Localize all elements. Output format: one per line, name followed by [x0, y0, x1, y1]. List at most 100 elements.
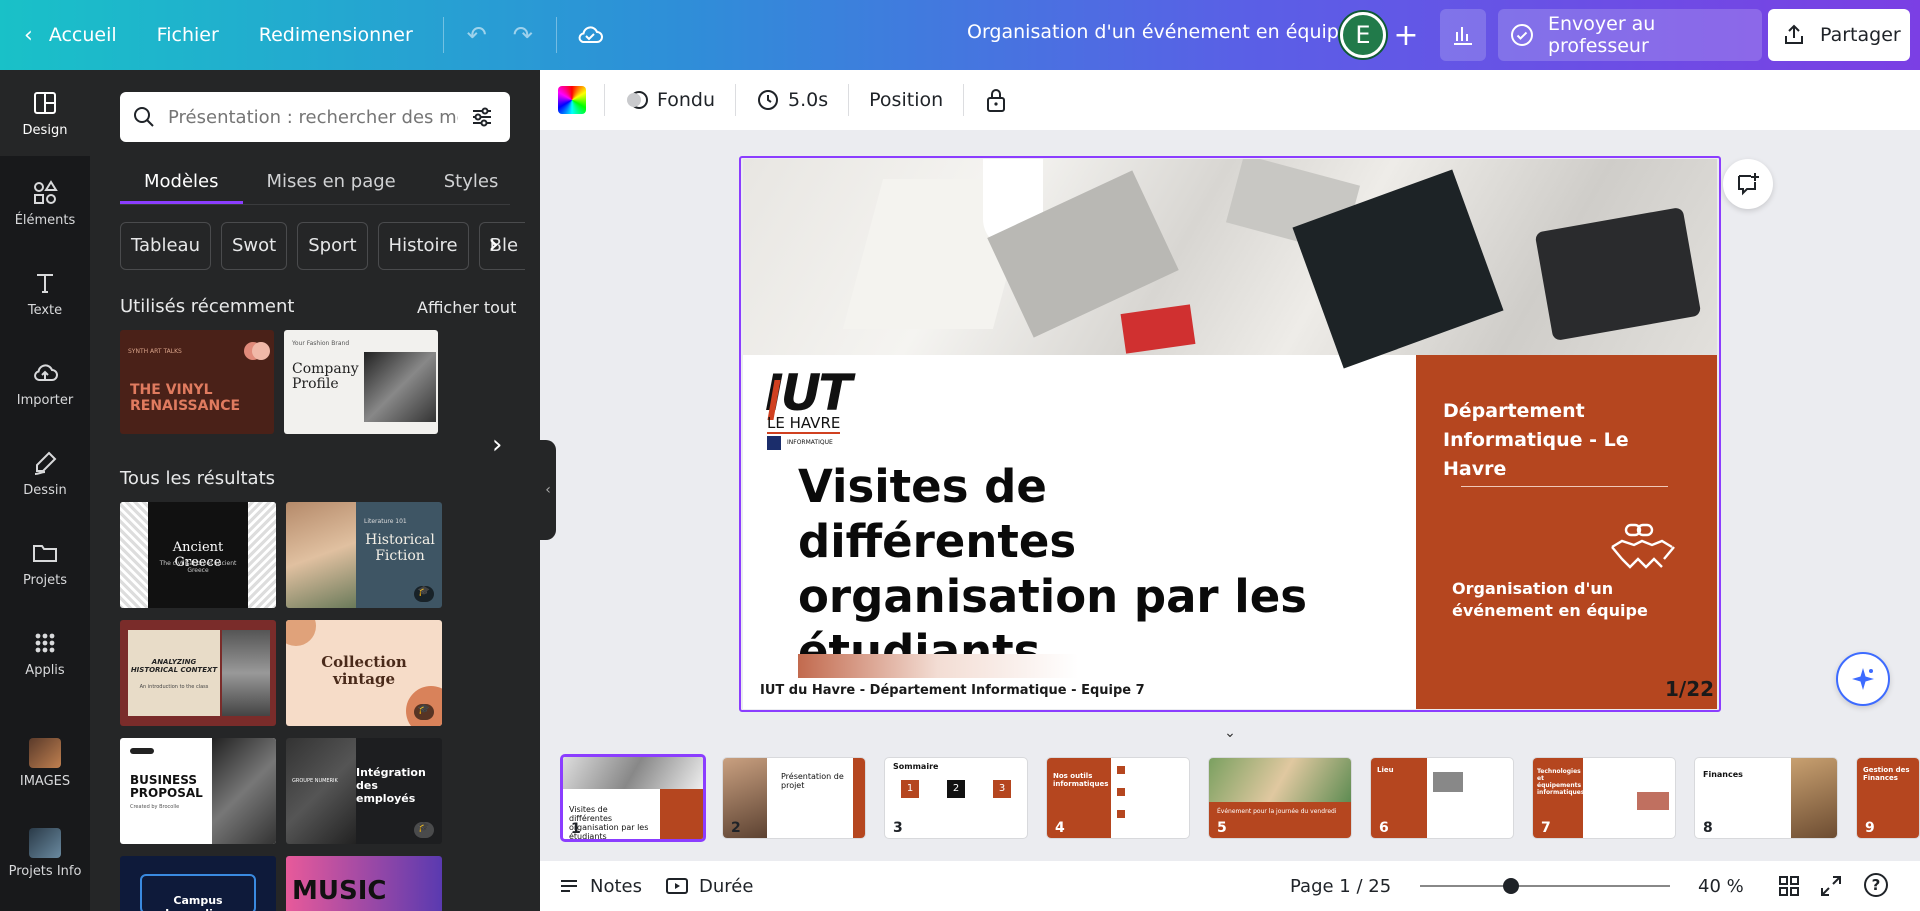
slide-thumbnail[interactable]: Visites de différentes organisation par …	[560, 754, 706, 842]
home-button[interactable]: ‹ Accueil	[0, 0, 137, 70]
rail-item-draw[interactable]: Dessin	[0, 430, 90, 516]
template-kicker: SYNTH ART TALKS	[128, 348, 182, 355]
template-card[interactable]: Your Fashion Brand Company Profile	[284, 330, 438, 434]
rail-item-apps[interactable]: Applis	[0, 610, 90, 696]
decor-blob	[286, 620, 316, 646]
thumb-bullet	[1117, 788, 1125, 796]
slide-thumbnail[interactable]: Lieu 6	[1370, 757, 1514, 839]
thumb-label: Lieu	[1377, 766, 1394, 774]
rail-label: Texte	[27, 302, 63, 318]
template-card[interactable]: Campus Journalism	[120, 856, 276, 911]
template-card[interactable]: GROUPE NUMERIK Intégration des employés …	[286, 738, 442, 844]
tab-layouts[interactable]: Mises en page	[243, 160, 420, 204]
slide-thumbnail[interactable]: Sommaire 1 2 3 3	[884, 757, 1028, 839]
logo-sub: LE HAVRE	[767, 414, 841, 434]
help-icon[interactable]: ?	[1864, 873, 1888, 897]
send-to-teacher-button[interactable]: Envoyer au professeur	[1498, 9, 1762, 61]
see-all-link[interactable]: Afficher tout	[417, 298, 516, 317]
avatar[interactable]: E	[1340, 12, 1386, 58]
share-button[interactable]: Partager	[1768, 9, 1910, 61]
slide-canvas[interactable]: Département Informatique - Le Havre Orga…	[743, 159, 1717, 709]
template-card[interactable]: Literature 101 Historical Fiction 🎓	[286, 502, 442, 608]
duration-toggle-button[interactable]: Durée	[665, 875, 753, 897]
rail-item-images[interactable]: IMAGES	[0, 720, 90, 806]
cloud-saved-icon[interactable]	[567, 12, 613, 58]
right-subtitle[interactable]: Organisation d'un événement en équipe	[1452, 578, 1672, 622]
fullscreen-icon[interactable]	[1820, 875, 1842, 902]
comment-plus-icon	[1738, 173, 1759, 196]
template-card[interactable]: MUSIC	[286, 856, 442, 911]
rail-item-elements[interactable]: Éléments	[0, 160, 90, 246]
recent-section-title: Utilisés récemment	[120, 296, 295, 317]
filter-sliders-icon[interactable]	[470, 105, 494, 129]
slide-thumbnail[interactable]: Événement pour la journée du vendredi 5	[1208, 757, 1352, 839]
rail-item-projects-info[interactable]: Projets Info	[0, 810, 90, 896]
magic-assistant-button[interactable]	[1836, 652, 1890, 706]
position-label: Position	[869, 89, 944, 111]
search-input[interactable]	[168, 106, 458, 128]
thumb-photo	[1791, 758, 1837, 838]
lock-icon	[987, 89, 1006, 112]
slide-thumbnail[interactable]: Présentation de projet 2	[722, 757, 866, 839]
page-indicator[interactable]: Page 1 / 25	[1290, 876, 1391, 897]
design-panel: Modèles Mises en page Styles Tableau Swo…	[90, 70, 540, 911]
resize-button[interactable]: Redimensionner	[239, 0, 433, 70]
chevron-right-icon[interactable]: ›	[492, 430, 502, 460]
plus-icon: +	[1393, 17, 1419, 53]
color-picker-button[interactable]	[558, 86, 586, 114]
tab-templates[interactable]: Modèles	[120, 160, 243, 204]
notes-button[interactable]: Notes	[558, 875, 642, 897]
zoom-slider-thumb[interactable]	[1503, 878, 1519, 894]
handshake-icon	[1611, 523, 1675, 569]
rail-item-design[interactable]: Design	[0, 70, 90, 156]
thumb-label: Nos outils informatiques	[1053, 772, 1109, 788]
slide-photo[interactable]	[743, 159, 1717, 369]
slide-title[interactable]: Visites de différentes organisation par …	[798, 459, 1318, 679]
right-heading[interactable]: Département Informatique - Le Havre	[1443, 397, 1683, 484]
collapse-panel-handle[interactable]: ‹	[540, 440, 556, 540]
slide-thumbnail[interactable]: Gestion des Finances 9	[1856, 757, 1920, 839]
slide-thumbnail[interactable]: Technologies et équipements informatique…	[1532, 757, 1676, 839]
file-menu-button[interactable]: Fichier	[137, 0, 239, 70]
template-title: THE VINYL RENAISSANCE	[130, 382, 241, 414]
chip[interactable]: Tableau	[120, 222, 211, 270]
thumb-number: 9	[1865, 820, 1875, 836]
lock-button[interactable]	[972, 70, 1020, 130]
add-comment-button[interactable]	[1723, 159, 1773, 209]
template-card[interactable]: Collection vintage 🎓	[286, 620, 442, 726]
divider	[848, 84, 850, 116]
slide-thumbnail[interactable]: Finances 8	[1694, 757, 1838, 839]
add-collaborator-button[interactable]: +	[1383, 12, 1429, 58]
chip[interactable]: Sport	[297, 222, 368, 270]
undo-icon[interactable]: ↶	[454, 12, 500, 58]
template-card[interactable]: ANALYZING HISTORICAL CONTEXT An introduc…	[120, 620, 276, 726]
rail-item-upload[interactable]: Importer	[0, 340, 90, 426]
transition-button[interactable]: Fondu	[613, 70, 727, 130]
template-illustration	[120, 502, 148, 608]
template-search[interactable]	[120, 92, 510, 142]
redo-icon[interactable]: ↷	[500, 12, 546, 58]
zoom-slider[interactable]	[1420, 878, 1670, 894]
left-rail: Design Éléments Texte Importer Dessin Pr…	[0, 70, 90, 911]
zoom-level[interactable]: 40 %	[1698, 876, 1744, 897]
insights-button[interactable]	[1440, 9, 1486, 61]
iut-logo[interactable]: IUT LE HAVRE INFORMATIQUE	[765, 364, 865, 466]
divider	[604, 84, 605, 116]
slide-thumbnail[interactable]: Nos outils informatiques 4	[1046, 757, 1190, 839]
position-button[interactable]: Position	[857, 70, 955, 130]
template-card[interactable]: SYNTH ART TALKS THE VINYL RENAISSANCE	[120, 330, 274, 434]
template-card[interactable]: Ancient Greece The civilisation of ancie…	[120, 502, 276, 608]
rail-item-projects[interactable]: Projets	[0, 520, 90, 606]
duration-button[interactable]: 5.0s	[744, 70, 840, 130]
folder-icon	[33, 544, 57, 562]
document-title[interactable]: Organisation d'un événement en équipe	[967, 21, 1351, 43]
tab-styles[interactable]: Styles	[420, 160, 523, 204]
chevron-right-icon[interactable]: ›	[488, 222, 512, 270]
chip[interactable]: Histoire	[377, 222, 469, 270]
template-card[interactable]: BUSINESS PROPOSAL Created by Brocolle	[120, 738, 276, 844]
grid-view-icon[interactable]	[1778, 875, 1800, 902]
chip[interactable]: Swot	[221, 222, 288, 270]
rail-item-text[interactable]: Texte	[0, 250, 90, 336]
filmstrip-collapse-handle[interactable]: ⌄	[1190, 723, 1270, 743]
slide-footer[interactable]: IUT du Havre - Département Informatique …	[760, 683, 1145, 698]
